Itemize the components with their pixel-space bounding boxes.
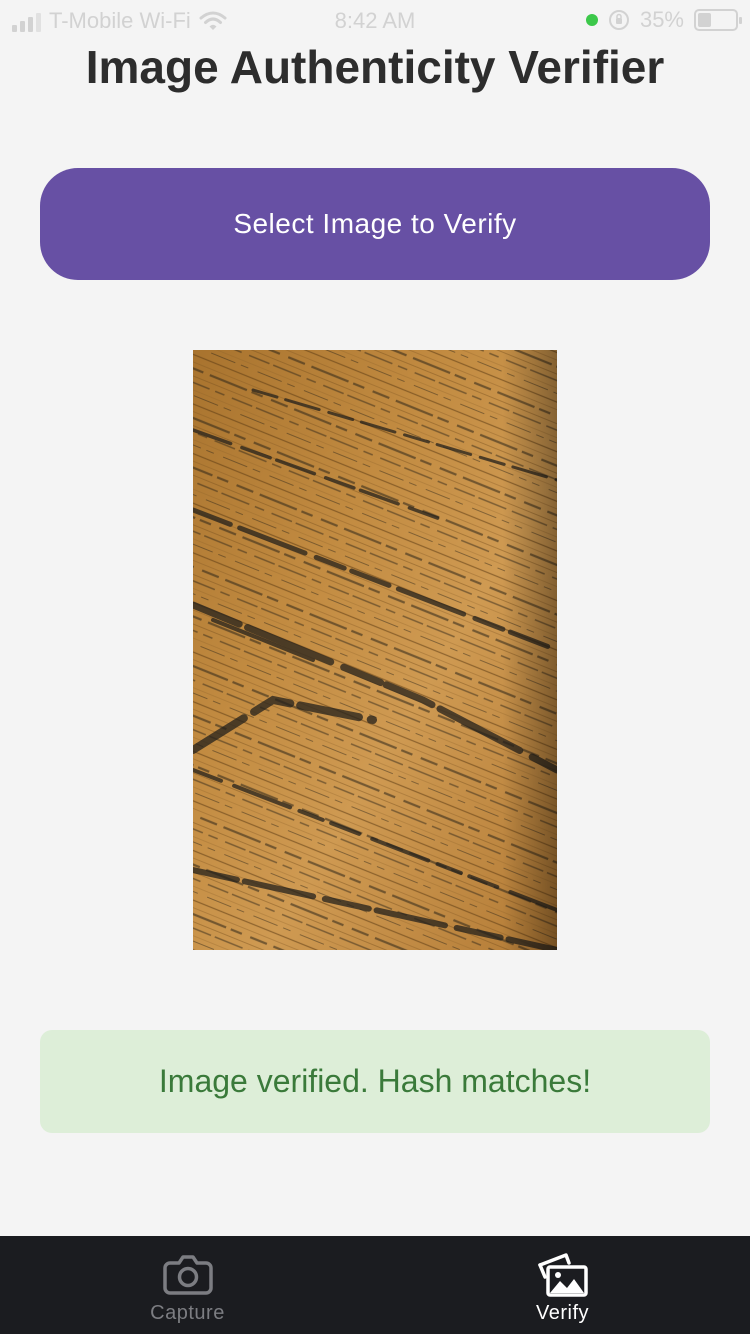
camera-icon: [162, 1252, 214, 1298]
tab-verify[interactable]: Verify: [375, 1236, 750, 1334]
select-image-button[interactable]: Select Image to Verify: [40, 168, 710, 280]
privacy-indicator-icon: [585, 14, 598, 26]
status-right: 35%: [585, 7, 742, 33]
tab-capture-label: Capture: [150, 1302, 225, 1324]
tab-verify-label: Verify: [535, 1302, 590, 1324]
bottom-tab-bar: Capture Verify: [0, 1236, 750, 1334]
verification-result-banner: Image verified. Hash matches!: [40, 1030, 710, 1133]
battery-icon: [694, 9, 742, 31]
orientation-lock-icon: [608, 10, 629, 30]
verification-result-text: Image verified. Hash matches!: [158, 1063, 592, 1099]
selected-image-preview: [193, 350, 557, 950]
status-bar: T-Mobile Wi-Fi 8:42 AM 35%: [0, 0, 750, 40]
battery-percent: 35%: [639, 7, 684, 32]
page-title: Image Authenticity Verifier: [85, 41, 665, 93]
battery-fill: [698, 13, 711, 27]
verify-screen: T-Mobile Wi-Fi 8:42 AM 35% Image Authent…: [0, 0, 750, 1334]
images-icon: [536, 1252, 590, 1298]
tab-capture[interactable]: Capture: [0, 1236, 375, 1334]
